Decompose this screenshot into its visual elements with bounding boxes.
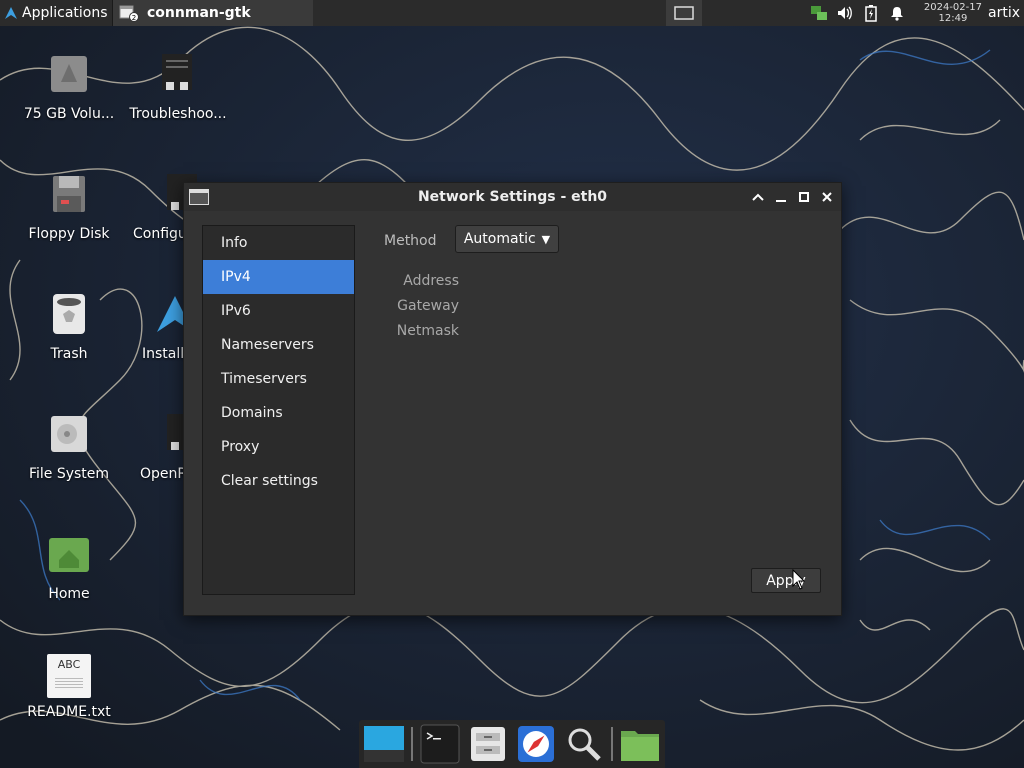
file-cabinet-icon (471, 727, 505, 761)
taskbar-item-label: connman-gtk (147, 5, 251, 21)
show-desktop-button[interactable] (666, 0, 702, 26)
sidebar-item-proxy[interactable]: Proxy (203, 430, 354, 464)
floppy-disk-icon (53, 176, 85, 212)
home-folder-icon (49, 538, 89, 572)
desktop-icon-volume[interactable]: 75 GB Volu... (14, 52, 124, 122)
clock-date: 2024-02-17 (923, 2, 982, 13)
maximize-button[interactable] (795, 188, 812, 205)
gateway-label: Gateway (397, 298, 459, 314)
desktop-icon-label: Troubleshoo... (129, 106, 227, 122)
address-label: Address (403, 273, 459, 289)
window-icon (189, 189, 209, 205)
minimize-icon (775, 199, 786, 202)
desktop-icon-install[interactable]: Install (123, 292, 193, 362)
desktop-icon-troubleshoot[interactable]: Troubleshoo... (123, 52, 233, 122)
window-title: Network Settings - eth0 (417, 189, 608, 205)
shade-button[interactable] (749, 188, 766, 205)
drive-icon (51, 56, 87, 92)
applications-menu-button[interactable]: Applications (0, 0, 114, 26)
window-app-icon: 2 (119, 5, 139, 22)
sidebar-item-ipv4[interactable]: IPv4 (203, 260, 354, 294)
network-settings-window: Network Settings - eth0 Info IPv4 IPv6 N… (183, 182, 842, 616)
battery-icon[interactable] (858, 0, 884, 26)
dock-file-manager[interactable] (467, 723, 509, 765)
taskbar-item-connman-gtk[interactable]: 2 connman-gtk (112, 0, 313, 26)
clock-time: 12:49 (938, 13, 968, 24)
sidebar-item-clear-settings[interactable]: Clear settings (203, 464, 354, 498)
maximize-icon (798, 191, 809, 202)
user-menu[interactable]: artix (988, 5, 1020, 21)
desktop-icon-label: README.txt (27, 704, 111, 720)
chevron-up-icon (751, 193, 764, 201)
network-icon[interactable] (806, 0, 832, 26)
hard-drive-icon (51, 416, 87, 452)
dock (359, 720, 665, 768)
sidebar-item-info[interactable]: Info (203, 226, 354, 260)
trash-icon (53, 294, 85, 334)
magnifier-icon (568, 728, 601, 761)
launcher-icon (162, 54, 192, 90)
desktop-icon-label: Install (142, 346, 183, 362)
desktop-icon (364, 726, 404, 762)
dock-folder[interactable] (619, 723, 661, 765)
desktop-icon-label: Floppy Disk (28, 226, 110, 242)
terminal-icon (420, 724, 460, 764)
desktop-icon-label: 75 GB Volu... (23, 106, 115, 122)
dock-separator (611, 727, 613, 761)
desktop-icon-filesystem[interactable]: File System (14, 412, 124, 482)
dock-terminal[interactable] (419, 723, 461, 765)
desktop-icon-configure[interactable]: Configu (123, 172, 197, 242)
netmask-label: Netmask (396, 323, 459, 339)
top-panel: Applications 2 connman-gtk 2024-02-17 12… (0, 0, 1024, 26)
desktop-icon-label: Home (48, 586, 90, 602)
dock-show-desktop[interactable] (363, 723, 405, 765)
folder-icon (621, 731, 659, 761)
text-file-icon-label: ABC (57, 658, 81, 671)
desktop-icon-readme[interactable]: ABC README.txt (14, 654, 124, 720)
dock-separator (411, 727, 413, 761)
sidebar-item-ipv6[interactable]: IPv6 (203, 294, 354, 328)
desktop-icon-label: OpenR (140, 466, 183, 482)
method-value: Automatic (463, 231, 536, 247)
method-label: Method (384, 233, 437, 249)
minimize-button[interactable] (772, 188, 789, 205)
text-file-icon: ABC (47, 654, 91, 698)
dropdown-arrow-icon: ▼ (541, 232, 551, 246)
artix-logo-icon (5, 7, 17, 19)
window-indicator-icon (674, 6, 694, 20)
clock[interactable]: 2024-02-17 12:49 (924, 2, 982, 24)
close-button[interactable] (818, 188, 835, 205)
mouse-pointer-icon (792, 569, 806, 590)
dock-search[interactable] (563, 723, 605, 765)
desktop-icon-openrc[interactable]: OpenR (123, 412, 197, 482)
applications-label: Applications (22, 5, 108, 21)
desktop-icon-label: File System (28, 466, 110, 482)
sidebar-item-timeservers[interactable]: Timeservers (203, 362, 354, 396)
dock-web-browser[interactable] (515, 723, 557, 765)
sidebar-item-domains[interactable]: Domains (203, 396, 354, 430)
settings-sidebar: Info IPv4 IPv6 Nameservers Timeservers D… (202, 225, 355, 595)
apply-button[interactable]: Apply (751, 568, 821, 593)
method-dropdown[interactable]: Automatic ▼ (455, 225, 559, 253)
desktop-icon-label: Configu (133, 226, 183, 242)
task-badge: 2 (132, 14, 136, 22)
window-titlebar[interactable]: Network Settings - eth0 (184, 183, 841, 211)
desktop-icon-home[interactable]: Home (14, 532, 124, 602)
system-tray: 2024-02-17 12:49 artix (806, 0, 1024, 26)
desktop-icon-label: Trash (50, 346, 88, 362)
notification-bell-icon[interactable] (884, 0, 910, 26)
desktop-icon-trash[interactable]: Trash (14, 292, 124, 362)
sidebar-item-nameservers[interactable]: Nameservers (203, 328, 354, 362)
desktop-icon-floppy[interactable]: Floppy Disk (14, 172, 124, 242)
compass-browser-icon (518, 726, 554, 762)
close-icon (821, 191, 832, 202)
volume-icon[interactable] (832, 0, 858, 26)
